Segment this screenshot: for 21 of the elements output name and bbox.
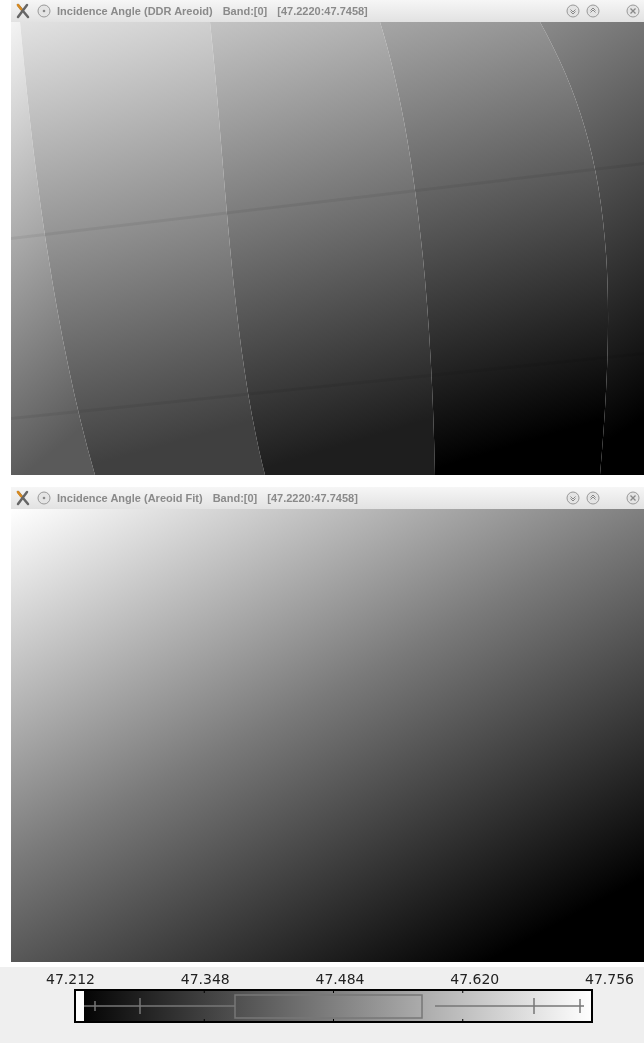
tick-label: 47.484 <box>315 971 365 987</box>
tick-label: 47.212 <box>46 971 95 987</box>
maximize-icon[interactable] <box>586 491 600 505</box>
window-title: Incidence Angle (Areoid Fit) <box>57 492 203 504</box>
window-title: Incidence Angle (DDR Areoid) <box>57 5 213 17</box>
tick-label: 47.348 <box>180 971 230 987</box>
menu-icon[interactable] <box>37 491 51 505</box>
band-label: Band:[0] <box>222 5 268 17</box>
minimize-icon[interactable] <box>566 4 580 18</box>
menu-icon[interactable] <box>37 4 51 18</box>
tick-label: 47.756 <box>585 971 634 987</box>
tools-icon[interactable] <box>15 3 31 19</box>
close-icon[interactable] <box>626 4 640 18</box>
range-label: [47.2220:47.7458] <box>277 5 368 17</box>
minimize-icon[interactable] <box>566 491 580 505</box>
range-label: [47.2220:47.7458] <box>267 492 358 504</box>
tick-label: 47.620 <box>450 971 500 987</box>
close-icon[interactable] <box>626 491 640 505</box>
maximize-icon[interactable] <box>586 4 600 18</box>
tools-icon[interactable] <box>15 490 31 506</box>
band-label: Band:[0] <box>212 492 258 504</box>
